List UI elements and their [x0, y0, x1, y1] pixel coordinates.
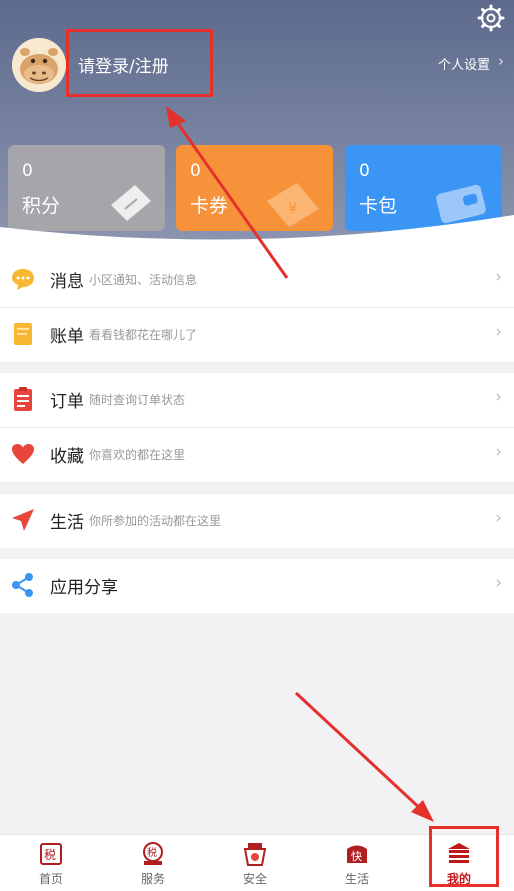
- life-icon: 快: [347, 845, 367, 863]
- safety-icon: [243, 843, 267, 866]
- heart-icon: [12, 444, 34, 464]
- bill-icon: [14, 323, 32, 345]
- settings-gear-icon[interactable]: [477, 4, 505, 32]
- tab-life[interactable]: 快 生活: [306, 835, 408, 891]
- chevron-right-icon: ›: [495, 442, 502, 462]
- personal-settings-link[interactable]: 个人设置: [438, 54, 490, 73]
- annotation-arrow-mine: [294, 691, 426, 814]
- menu-title: 订单: [50, 392, 84, 412]
- chevron-right-icon: ›: [498, 52, 504, 70]
- svg-text:快: 快: [351, 850, 362, 863]
- home-icon: 税: [40, 843, 62, 865]
- menu-subtitle: 你所参加的活动都在这里: [89, 514, 222, 528]
- menu-row-orders[interactable]: 订单 随时查询订单状态 ›: [0, 373, 514, 427]
- chevron-right-icon: ›: [495, 267, 502, 287]
- wallet-value: 0: [359, 161, 370, 181]
- menu-title: 消息: [50, 272, 84, 292]
- menu-row-share[interactable]: 应用分享 ›: [0, 559, 514, 613]
- service-icon: 税: [143, 842, 163, 865]
- tab-label: 服务: [140, 872, 165, 886]
- menu-title: 账单: [50, 327, 84, 347]
- tab-label: 首页: [38, 872, 63, 886]
- chevron-right-icon: ›: [495, 322, 502, 342]
- coupon-value: 0: [190, 161, 201, 181]
- menu-row-favorites[interactable]: 收藏 你喜欢的都在这里 ›: [0, 428, 514, 482]
- annotation-highlight-mine-tab: [429, 826, 499, 887]
- chevron-right-icon: ›: [495, 573, 502, 593]
- paper-plane-icon: [12, 509, 34, 531]
- svg-text:税: 税: [147, 846, 157, 859]
- chevron-right-icon: ›: [495, 508, 502, 528]
- annotation-highlight-login: [66, 29, 213, 97]
- chevron-right-icon: ›: [495, 387, 502, 407]
- tab-home[interactable]: 税 首页: [0, 835, 102, 891]
- menu-subtitle: 看看钱都花在哪儿了: [89, 328, 198, 342]
- menu-title: 生活: [50, 513, 84, 533]
- menu-title: 应用分享: [50, 578, 118, 598]
- tab-label: 生活: [344, 872, 369, 886]
- tab-service[interactable]: 税 服务: [102, 835, 204, 891]
- clipboard-icon: [14, 387, 32, 411]
- menu-subtitle: 小区通知、活动信息: [89, 273, 198, 287]
- menu-subtitle: 你喜欢的都在这里: [89, 448, 186, 462]
- svg-text:税: 税: [44, 848, 56, 862]
- menu-title: 收藏: [50, 447, 84, 467]
- avatar[interactable]: [12, 38, 66, 92]
- points-value: 0: [22, 161, 33, 181]
- chat-bubble-icon: [12, 269, 34, 290]
- menu-row-life[interactable]: 生活 你所参加的活动都在这里 ›: [0, 494, 514, 548]
- hippo-avatar-icon: [12, 38, 66, 92]
- share-icon: [12, 573, 33, 597]
- tab-label: 安全: [242, 872, 267, 886]
- tab-safety[interactable]: 安全: [204, 835, 306, 891]
- menu-row-messages[interactable]: 消息 小区通知、活动信息 ›: [0, 253, 514, 307]
- annotation-arrowhead-mine: [411, 800, 434, 822]
- menu-subtitle: 随时查询订单状态: [89, 393, 186, 407]
- menu-row-bills[interactable]: 账单 看看钱都花在哪儿了 ›: [0, 308, 514, 362]
